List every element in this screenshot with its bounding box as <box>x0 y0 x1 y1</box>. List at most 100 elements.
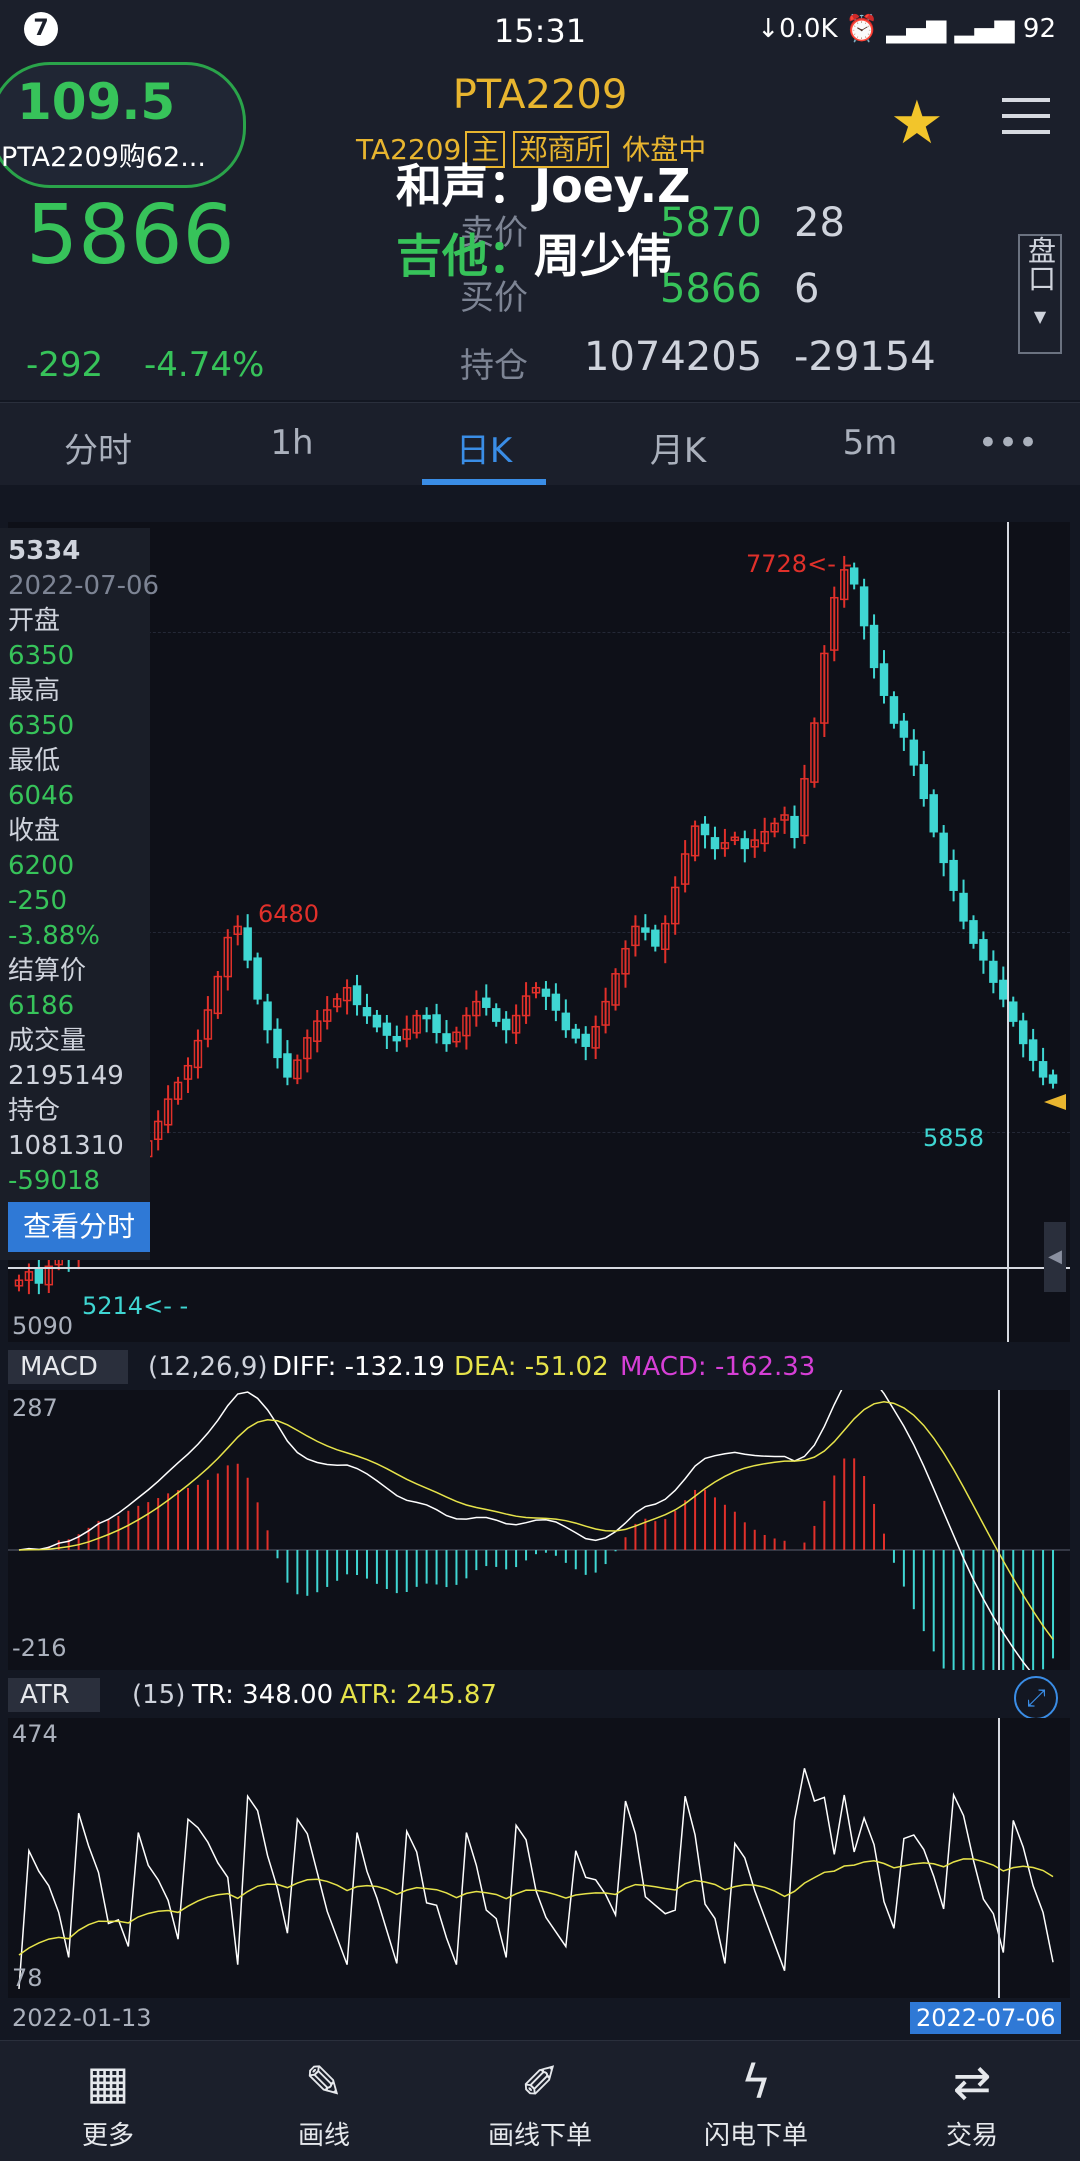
atr-svg <box>18 1718 1054 1998</box>
info-volume: 2195149 <box>8 1061 124 1091</box>
info-open: 6350 <box>8 641 75 671</box>
candle-body <box>859 586 869 627</box>
macd-header: MACD (12,26,9) DIFF: -132.19 DEA: -51.02… <box>8 1348 1070 1388</box>
candle-body <box>889 696 899 724</box>
candle-body <box>1009 1001 1018 1022</box>
macd-selector[interactable]: MACD <box>8 1350 128 1384</box>
info-close: 6200 <box>8 851 75 881</box>
tab-5m[interactable]: 5m <box>790 423 950 463</box>
info-oi-change: -59018 <box>8 1166 101 1196</box>
price-axis-bottom: 5090 <box>12 1312 74 1340</box>
info-oi: 1081310 <box>8 1131 124 1161</box>
low-marker: 5214<- - <box>82 1292 189 1320</box>
kline-chart[interactable]: 7728<- - 6480 5214<- - 5858 5090 ◀ <box>8 522 1070 1342</box>
view-intraday-button[interactable]: 查看分时 <box>8 1202 150 1252</box>
info-oi-label: 持仓 <box>8 1096 61 1126</box>
status-bar: 7 15:31 ↓0.0K ⏰ ▂▄▆ ▂▄▆ 92 <box>0 0 1080 60</box>
peak-marker: 6480 <box>258 900 320 928</box>
last-price: 5866 <box>26 188 235 283</box>
atr-tr-line <box>18 1768 1054 1989</box>
more-tabs-icon[interactable]: ••• <box>928 423 1080 463</box>
tab-fenshi[interactable]: 分时 <box>18 423 178 472</box>
info-low: 6046 <box>8 781 75 811</box>
nav-draw-order[interactable]: ✐ 画线下单 <box>432 2041 648 2161</box>
candle-body <box>879 663 889 696</box>
tab-monthly-k[interactable]: 月K <box>598 423 758 472</box>
macd-diff-line <box>18 1390 1031 1670</box>
candle-body <box>551 993 561 1011</box>
orderbook-toggle[interactable]: 盘口 ▼ <box>1018 234 1062 354</box>
candle-body <box>740 838 750 850</box>
atr-line <box>18 1858 1054 1956</box>
candle-body <box>442 1033 451 1045</box>
candle-body <box>482 997 491 1008</box>
atr-header: ATR (15) TR: 348.00 ATR: 245.87 ⤢ <box>8 1676 1070 1720</box>
nav-label: 画线 <box>297 2121 350 2151</box>
nav-label: 更多 <box>81 2121 134 2151</box>
candle-body <box>790 815 799 839</box>
info-close-label: 收盘 <box>8 816 61 846</box>
favorite-star-icon[interactable]: ★ <box>890 88 944 158</box>
pill-name: PTA2209购62... <box>1 142 206 173</box>
oi-value: 1074205 <box>584 334 763 380</box>
atr-tr: TR: 348.00 <box>192 1680 334 1710</box>
macd-axis-top: 287 <box>12 1394 58 1422</box>
candle-body <box>34 1267 44 1284</box>
menu-icon[interactable] <box>1002 98 1050 146</box>
info-price: 5334 <box>8 536 81 566</box>
macd-dea: DEA: -51.02 <box>454 1352 609 1382</box>
nav-more[interactable]: ▦ 更多 <box>0 2041 216 2161</box>
candle-body <box>641 927 650 933</box>
bid-volume: 6 <box>794 266 820 312</box>
tab-1h[interactable]: 1h <box>212 423 372 463</box>
macd-chart[interactable]: 287 -216 <box>8 1390 1070 1670</box>
info-settle-label: 结算价 <box>8 956 87 986</box>
nav-label: 画线下单 <box>487 2121 592 2151</box>
orderbook-label: 盘口 <box>1024 236 1057 292</box>
candle-body <box>561 1012 571 1031</box>
nav-trade[interactable]: ⇄ 交易 <box>864 2041 1080 2161</box>
last-price-marker: 5858 <box>923 1124 985 1152</box>
candle-body <box>422 1014 431 1020</box>
info-high-label: 最高 <box>8 676 61 706</box>
high-marker: 7728<- - <box>746 550 853 578</box>
candle-body <box>243 927 252 961</box>
trade-icon: ⇄ <box>952 2055 992 2109</box>
price-change-pct: -4.74% <box>144 345 265 385</box>
expand-icon[interactable]: ⤢ <box>1014 1676 1058 1720</box>
candle-body <box>352 985 362 1006</box>
last-price-arrow-icon <box>1044 1094 1066 1110</box>
candle-body <box>432 1014 441 1034</box>
macd-params: (12,26,9) <box>148 1352 268 1382</box>
candle-body <box>899 720 909 738</box>
tab-daily-k[interactable]: 日K <box>404 423 564 472</box>
collapse-handle-icon[interactable]: ◀ <box>1044 1222 1066 1292</box>
candle-body <box>263 1001 272 1031</box>
nav-label: 交易 <box>945 2121 998 2151</box>
atr-selector[interactable]: ATR <box>8 1678 100 1712</box>
atr-chart[interactable]: 474 78 <box>8 1718 1070 1998</box>
nav-lightning-order[interactable]: ϟ 闪电下单 <box>648 2041 864 2161</box>
candle-body <box>571 1028 581 1039</box>
macd-svg <box>8 1390 1070 1670</box>
crosshair-vertical <box>1007 522 1009 1342</box>
candle-body <box>362 1007 372 1017</box>
candle-body <box>372 1014 382 1028</box>
candle-body <box>283 1053 292 1078</box>
lyric-role: 吉他： <box>396 229 534 283</box>
nav-label: 闪电下单 <box>703 2121 808 2151</box>
nav-draw-line[interactable]: ✎ 画线 <box>216 2041 432 2161</box>
candle-body <box>999 979 1008 1000</box>
macd-diff: DIFF: -132.19 <box>272 1352 445 1382</box>
lyric-overlay-line2: 吉他：周少伟 <box>396 220 672 286</box>
candle-info-panel: 5334 2022-07-06 开盘 6350 最高 6350 最低 6046 … <box>0 528 159 1260</box>
candle-body <box>939 832 948 864</box>
atr-axis-bottom: 78 <box>12 1964 43 1992</box>
candle-body <box>273 1028 282 1059</box>
period-tabs: 分时 1h 日K 月K 5m ••• <box>0 402 1080 485</box>
atr-axis-top: 474 <box>12 1720 58 1748</box>
draw-order-icon: ✐ <box>520 2055 560 2109</box>
atr-params: (15) <box>132 1680 186 1710</box>
lightning-icon: ϟ <box>740 2055 772 2109</box>
oi-label: 持仓 <box>460 346 528 386</box>
